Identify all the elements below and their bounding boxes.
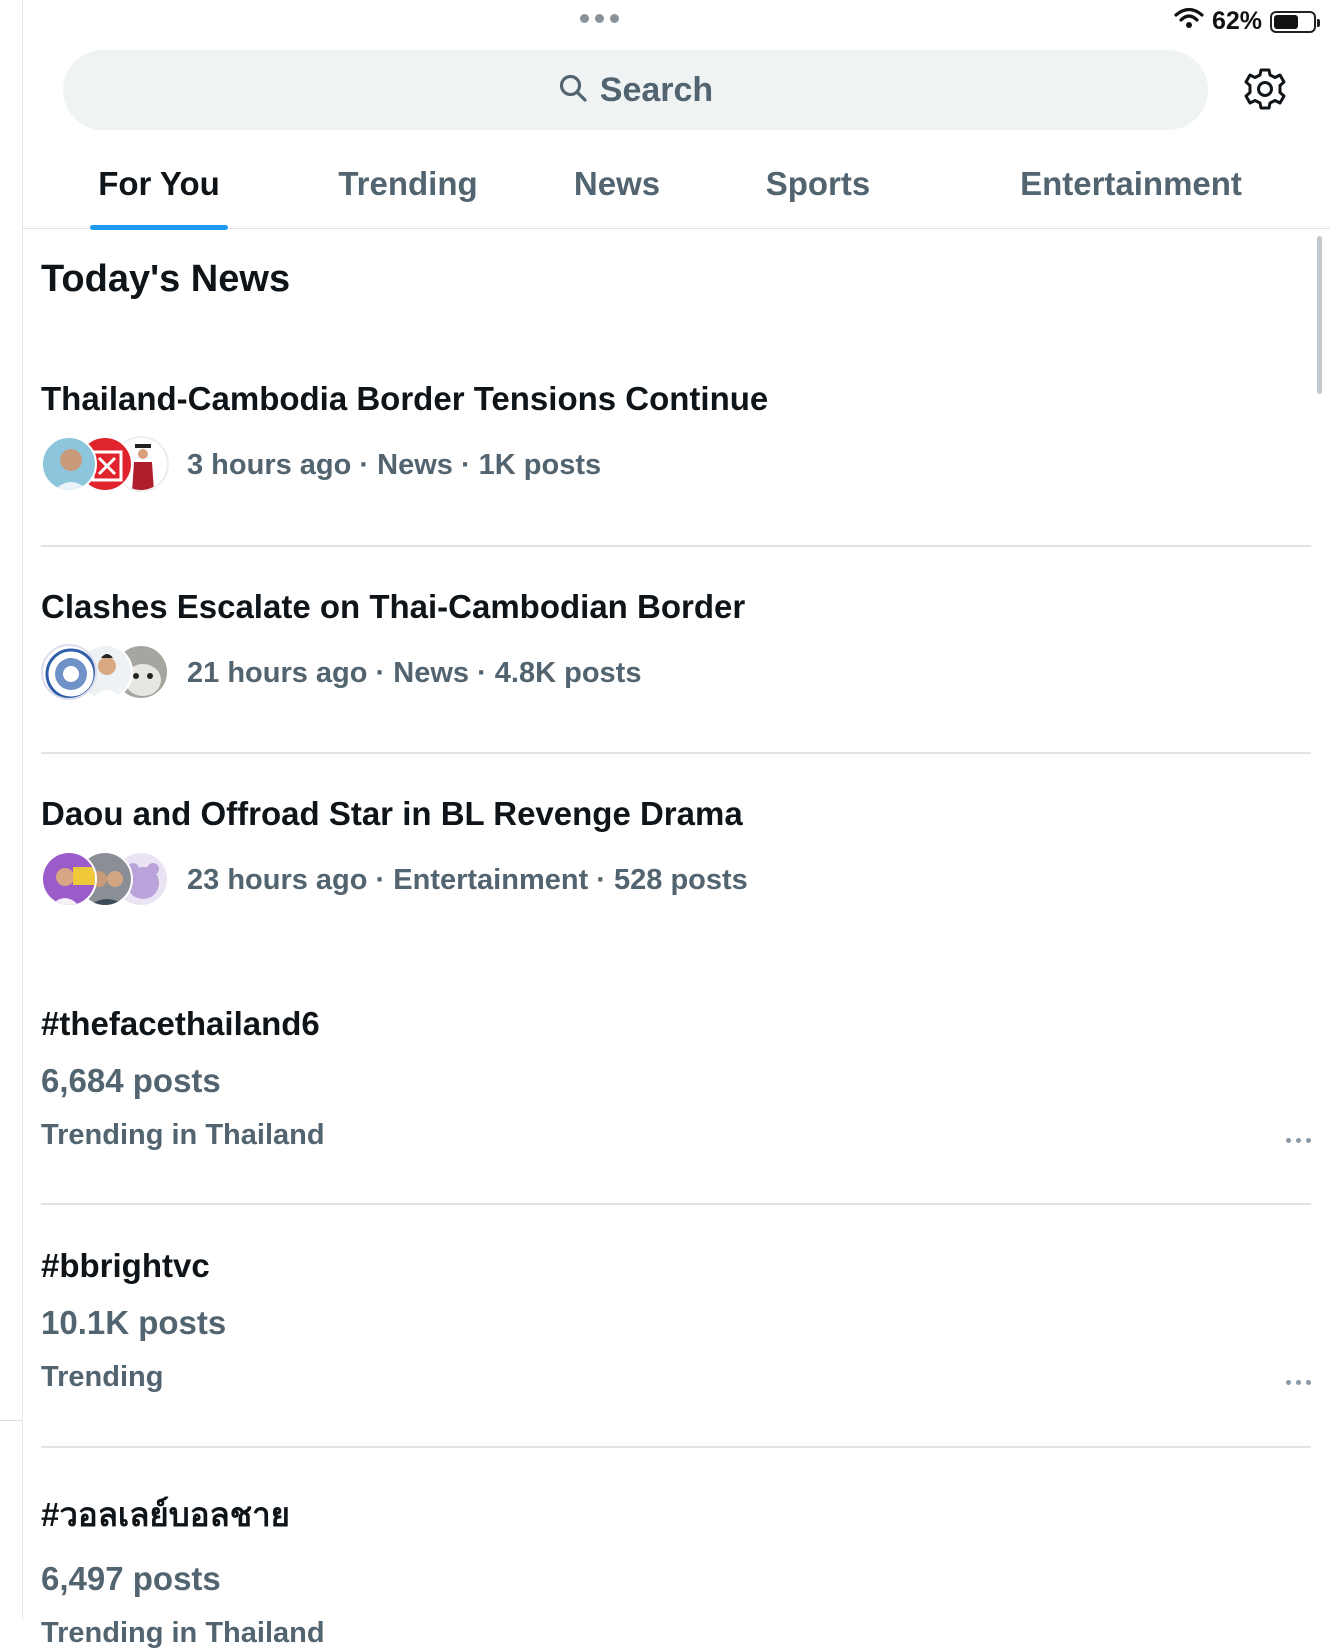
avatar-group [41, 851, 169, 909]
trend-hashtag: #bbrightvc [41, 1247, 210, 1284]
gear-icon [1242, 66, 1288, 117]
status-indicators: 62% [1174, 6, 1320, 37]
section-title: Today's News [41, 258, 291, 300]
divider [41, 752, 1311, 754]
scrollbar[interactable] [1317, 236, 1322, 394]
more-options-icon[interactable] [1286, 1138, 1311, 1143]
tab-label: Entertainment [1020, 165, 1242, 202]
news-meta: 3 hours ago · News · 1K posts [187, 448, 602, 481]
avatar [41, 436, 97, 492]
news-meta: 21 hours ago · News · 4.8K posts [187, 656, 642, 689]
tab-sports[interactable]: Sports [760, 140, 876, 228]
avatar [41, 851, 97, 907]
search-icon [558, 73, 588, 108]
multitasking-dots[interactable] [580, 14, 619, 23]
divider [41, 1446, 1311, 1448]
avatar [41, 644, 97, 700]
avatar-group [41, 436, 169, 494]
trend-context: Trending in Thailand [41, 1119, 325, 1151]
settings-button[interactable] [1240, 66, 1290, 116]
news-item[interactable]: Clashes Escalate on Thai-Cambodian Borde… [41, 588, 1311, 702]
trend-item[interactable]: #thefacethailand6 6,684 posts Trending i… [41, 1005, 1311, 1152]
trend-post-count: 10.1K posts [41, 1304, 227, 1341]
news-headline: Thailand-Cambodia Border Tensions Contin… [41, 380, 769, 417]
tab-label: Trending [338, 165, 478, 202]
tab-entertainment[interactable]: Entertainment [1010, 140, 1252, 228]
news-headline: Clashes Escalate on Thai-Cambodian Borde… [41, 588, 746, 625]
tab-news[interactable]: News [570, 140, 664, 228]
trend-post-count: 6,497 posts [41, 1560, 221, 1597]
left-rail-divider [0, 1420, 22, 1421]
battery-percent: 62% [1211, 7, 1262, 35]
news-item[interactable]: Daou and Offroad Star in BL Revenge Dram… [41, 795, 1311, 909]
trend-post-count: 6,684 posts [41, 1062, 221, 1099]
news-item[interactable]: Thailand-Cambodia Border Tensions Contin… [41, 380, 1311, 494]
trend-context: Trending [41, 1361, 164, 1393]
news-headline: Daou and Offroad Star in BL Revenge Dram… [41, 795, 743, 832]
trend-context: Trending in Thailand [41, 1617, 325, 1649]
battery-icon [1270, 10, 1320, 33]
more-options-icon[interactable] [1286, 1380, 1311, 1385]
search-input[interactable]: Search [63, 50, 1208, 130]
status-bar: 62% [22, 0, 1330, 40]
tab-active-indicator [90, 225, 228, 230]
tab-label: For You [98, 165, 220, 202]
avatar-group [41, 644, 169, 702]
trend-hashtag: #thefacethailand6 [41, 1005, 320, 1042]
left-rail [0, 0, 23, 1620]
tab-trending[interactable]: Trending [334, 140, 482, 228]
divider [41, 1203, 1311, 1205]
tab-bar: For You Trending News Sports Entertainme… [22, 140, 1330, 230]
divider [41, 545, 1311, 547]
search-label: Search [599, 70, 714, 109]
tab-for-you[interactable]: For You [90, 140, 228, 230]
trend-item[interactable]: #วอลเลย์บอลชาย 6,497 posts Trending in T… [41, 1488, 1311, 1650]
trend-item[interactable]: #bbrightvc 10.1K posts Trending [41, 1247, 1311, 1394]
wifi-icon [1174, 6, 1204, 37]
trend-hashtag: #วอลเลย์บอลชาย [41, 1496, 291, 1533]
news-meta: 23 hours ago · Entertainment · 528 posts [187, 863, 748, 896]
tab-label: News [573, 165, 661, 202]
tab-label: Sports [765, 165, 871, 202]
